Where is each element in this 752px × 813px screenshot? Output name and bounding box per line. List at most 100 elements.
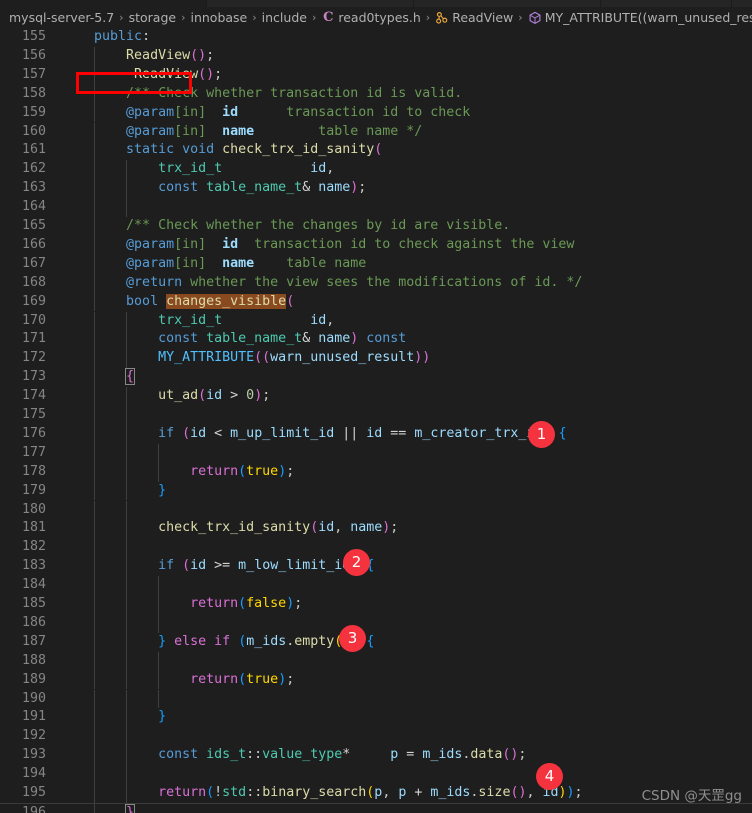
indent-guide — [93, 613, 95, 633]
line-number: 178 — [21, 463, 46, 479]
breadcrumb-item-2[interactable]: innobase — [190, 10, 247, 25]
code-text: const table_name_t& name) const — [158, 331, 407, 347]
line-number: 156 — [21, 47, 46, 63]
indent-guide — [157, 576, 159, 595]
breadcrumb-item-6[interactable]: MY_ATTRIBUTE((warn_unused_result)) — [528, 10, 752, 25]
code-text: static void check_trx_id_sanity( — [126, 142, 383, 158]
code-text: return(true); — [190, 671, 295, 687]
code-line[interactable]: 173 { — [0, 368, 752, 388]
code-line[interactable]: 183 if (id >= m_low_limit_id) { — [0, 557, 752, 577]
code-line[interactable]: 196 } — [0, 802, 752, 813]
code-text: check_trx_id_sanity(id, name); — [158, 520, 399, 536]
code-line[interactable]: 172 MY_ATTRIBUTE((warn_unused_result)) — [0, 349, 752, 369]
code-text: trx_id_t id, — [158, 312, 335, 328]
breadcrumb-item-1[interactable]: storage — [129, 10, 177, 25]
code-text: } — [62, 803, 136, 813]
indent-guide — [125, 406, 127, 425]
indent-guide — [157, 689, 159, 709]
line-number: 185 — [21, 596, 46, 611]
code-text: if (id < m_up_limit_id || id == m_creato… — [158, 425, 567, 441]
code-line[interactable]: 168 @return whether the view sees the mo… — [0, 273, 752, 293]
code-line[interactable]: 170 trx_id_t id, — [0, 311, 752, 331]
code-text: @param[in] name table name — [126, 255, 367, 271]
line-number: 182 — [21, 539, 46, 555]
indent-guide — [93, 576, 95, 595]
code-line[interactable]: 180 — [0, 500, 752, 520]
code-line[interactable]: 174 ut_ad(id > 0); — [0, 387, 752, 406]
breadcrumb-item-3[interactable]: include — [262, 10, 307, 25]
code-line[interactable]: 185 return(false); — [0, 595, 752, 614]
breadcrumb-item-label: storage — [128, 10, 177, 25]
code-line[interactable]: 186 — [0, 613, 752, 633]
code-line[interactable]: 157 ~ReadView(); — [0, 65, 752, 85]
indent-guide — [93, 500, 95, 520]
code-editor[interactable]: 155 public: 156 ReadView(); 157 ~ReadView(… — [0, 28, 752, 813]
line-number: 187 — [21, 633, 46, 649]
line-number: 168 — [21, 274, 46, 290]
code-text: return(true); — [190, 463, 295, 479]
code-text: public: — [94, 29, 151, 44]
code-line[interactable]: 156 ReadView(); — [0, 46, 752, 66]
code-line[interactable]: 169 bool changes_visible( — [0, 292, 752, 312]
code-line[interactable]: 191 } — [0, 708, 752, 728]
line-number: 162 — [21, 161, 46, 177]
code-line[interactable]: 166 @param[in] id transaction id to chec… — [0, 235, 752, 255]
code-line[interactable]: 195 return(!std::binary_search(p, p + m_… — [0, 784, 752, 803]
line-number: 158 — [21, 85, 46, 101]
line-number: 181 — [21, 520, 46, 536]
code-line[interactable]: 164 — [0, 198, 752, 217]
line-number: 167 — [21, 255, 46, 271]
active-tab[interactable] — [0, 0, 206, 7]
code-line[interactable]: 190 — [0, 689, 752, 709]
code-line[interactable]: 177 — [0, 443, 752, 463]
code-line[interactable]: 179 } — [0, 481, 752, 501]
editor-tab-strip[interactable] — [0, 0, 752, 7]
code-line[interactable]: 155 public: — [0, 28, 752, 47]
breadcrumb-item-5[interactable]: ReadView — [435, 10, 513, 25]
line-number: 157 — [21, 66, 46, 82]
code-line[interactable]: 158 /** Check whether transaction id is … — [0, 84, 752, 104]
line-number: 180 — [21, 501, 46, 517]
code-line[interactable]: 182 — [0, 538, 752, 558]
tab-separator — [600, 0, 601, 7]
code-line[interactable]: 162 trx_id_t id, — [0, 160, 752, 180]
line-number: 172 — [21, 350, 46, 366]
code-line[interactable]: 167 @param[in] name table name — [0, 254, 752, 274]
line-number: 166 — [21, 236, 46, 252]
code-line[interactable]: 161 static void check_trx_id_sanity( — [0, 141, 752, 161]
code-line[interactable]: 165 /** Check whether the changes by id … — [0, 217, 752, 236]
code-text: const table_name_t& name); — [158, 180, 367, 196]
breadcrumb-separator: › — [518, 11, 523, 24]
indent-guide — [125, 538, 127, 558]
code-line[interactable]: 187 } else if (m_ids.empty()) { — [0, 632, 752, 652]
code-line[interactable]: 193 const ids_t::value_type* p = m_ids.d… — [0, 746, 752, 766]
code-line[interactable]: 188 — [0, 651, 752, 671]
code-line[interactable]: 175 — [0, 406, 752, 425]
code-line[interactable]: 181 check_trx_id_sanity(id, name); — [0, 519, 752, 539]
code-line[interactable]: 189 return(true); — [0, 670, 752, 690]
indent-guide — [93, 538, 95, 558]
code-line[interactable]: 171 const table_name_t& name) const — [0, 330, 752, 350]
code-line[interactable]: 176 if (id < m_up_limit_id || id == m_cr… — [0, 424, 752, 444]
code-line[interactable]: 192 — [0, 727, 752, 747]
line-number: 171 — [21, 331, 46, 347]
line-number: 189 — [21, 671, 46, 687]
code-line[interactable]: 163 const table_name_t& name); — [0, 179, 752, 199]
indent-guide — [125, 576, 127, 595]
line-number: 163 — [21, 180, 46, 196]
code-line[interactable]: 178 return(true); — [0, 462, 752, 482]
breadcrumb-item-label: mysql-server-5.7 — [9, 10, 115, 25]
code-line[interactable]: 184 — [0, 576, 752, 595]
code-text: bool changes_visible( — [126, 293, 295, 309]
code-text: @param[in] id transaction id to check ag… — [126, 236, 575, 252]
code-line[interactable]: 194 — [0, 765, 752, 784]
code-line[interactable]: 159 @param[in] id transaction id to chec… — [0, 103, 752, 123]
indent-guide — [125, 651, 127, 671]
line-number: 177 — [21, 444, 46, 460]
annotation-badge-label: 3 — [347, 629, 358, 647]
breadcrumb-item-0[interactable]: mysql-server-5.7 — [9, 10, 114, 25]
code-line[interactable]: 160 @param[in] name table name */ — [0, 122, 752, 142]
line-number: 159 — [21, 104, 46, 120]
breadcrumb[interactable]: mysql-server-5.7 › storage › innobase › includ… — [0, 7, 752, 28]
breadcrumb-item-4[interactable]: Cread0types.h — [321, 10, 421, 25]
